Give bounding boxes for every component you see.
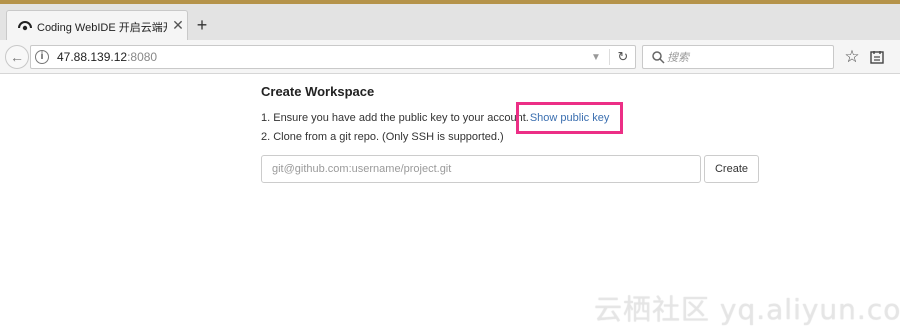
highlight-box [516,102,623,134]
reload-icon[interactable]: ↻ [615,49,631,65]
navigation-bar: ← i 47.88.139.12:8080 ▼ ↻ ☆ [0,40,900,74]
step-1-text: 1. Ensure you have add the public key to… [261,112,529,124]
browser-tab[interactable]: Coding WebIDE 开启云端开发 ✕ [6,10,188,40]
search-input[interactable] [667,49,827,65]
plus-icon[interactable]: + [194,16,210,34]
reading-list-icon[interactable] [869,49,885,65]
page-title: Create Workspace [261,84,375,99]
search-bar[interactable] [642,45,834,69]
tab-title: Coding WebIDE 开启云端开发 [37,22,167,34]
url-text[interactable]: 47.88.139.12:8080 [57,50,157,64]
git-repo-input[interactable] [261,155,701,183]
close-icon[interactable]: ✕ [171,17,185,33]
logo-icon [18,21,32,31]
url-separator [609,49,610,65]
url-host: 47.88.139.12 [57,50,128,64]
search-icon [652,51,665,64]
create-button[interactable]: Create [704,155,759,183]
back-arrow-icon[interactable]: ← [5,45,29,69]
address-bar[interactable]: i 47.88.139.12:8080 ▼ ↻ [30,45,636,69]
star-icon[interactable]: ☆ [843,48,861,66]
url-port: :8080 [127,50,158,64]
watermark: 云栖社区 yq.aliyun.com [594,293,900,326]
tab-bar: Coding WebIDE 开启云端开发 ✕ + [0,4,900,40]
repo-form: Create [261,155,761,183]
info-icon[interactable]: i [35,50,49,64]
dropdown-icon[interactable]: ▼ [591,52,601,63]
